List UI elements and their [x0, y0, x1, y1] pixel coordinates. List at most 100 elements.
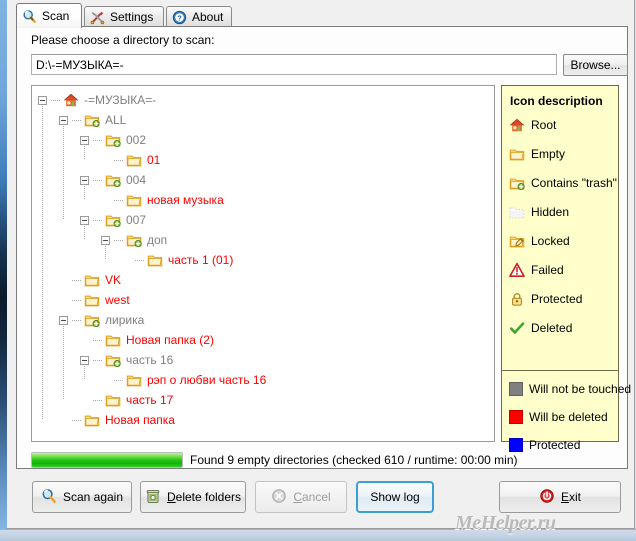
cancel-label: Cancel: [293, 490, 330, 504]
directory-tree[interactable]: -=МУЗЫКА=- ALL 002 01 004 новая музыка 007 доп ч…: [31, 85, 495, 442]
padlock-icon: [509, 291, 525, 307]
tree-node[interactable]: Новая папка: [32, 410, 494, 430]
legend-icon-row: Failed: [509, 261, 564, 279]
collapse-toggle-icon[interactable]: [80, 355, 89, 365]
tree-node[interactable]: часть 16: [32, 350, 494, 370]
collapse-toggle-icon[interactable]: [80, 135, 89, 145]
legend-icon-label: Deleted: [531, 321, 573, 335]
tab-strip: Scan Settings ? About: [16, 3, 630, 28]
folder-trash-icon: [84, 112, 100, 128]
tree-node[interactable]: west: [32, 290, 494, 310]
delete-folders-button[interactable]: Delete folders: [140, 481, 246, 513]
scan-progress-bar: [31, 452, 183, 468]
folder-hidden-icon: [509, 204, 525, 220]
tree-node-label: рэп о любви часть 16: [147, 373, 267, 387]
tree-node-label: часть 16: [126, 353, 174, 367]
tools-icon: [90, 10, 105, 25]
application-window: Scan Settings ? About Please choose a di…: [7, 0, 635, 534]
browse-button[interactable]: Browse...: [563, 54, 628, 76]
exit-button[interactable]: Exit: [499, 481, 621, 513]
collapse-toggle-icon[interactable]: [59, 115, 68, 125]
folder-trash-icon: [105, 172, 121, 188]
folder-empty-icon: [84, 412, 100, 428]
folder-trash-icon: [84, 312, 100, 328]
tree-node[interactable]: рэп о любви часть 16: [32, 370, 494, 390]
tree-connector-line: [72, 419, 82, 421]
tree-node-label: -=МУЗЫКА=-: [84, 93, 157, 107]
tree-node-label: 002: [126, 133, 147, 147]
tree-connector-line: [93, 359, 103, 361]
folder-empty-icon: [126, 372, 142, 388]
tree-node[interactable]: VK: [32, 270, 494, 290]
cancel-rest: ancel: [301, 490, 331, 504]
folder-empty-icon: [105, 332, 121, 348]
folder-trash-icon: [126, 232, 142, 248]
legend-icon-label: Contains "trash": [531, 176, 617, 190]
legend-swatch-label: Will be deleted: [529, 410, 608, 424]
tree-node[interactable]: 002: [32, 130, 494, 150]
tree-node[interactable]: лирика: [32, 310, 494, 330]
tree-node[interactable]: часть 1 (01): [32, 250, 494, 270]
legend-icon-label: Root: [531, 118, 557, 132]
legend-color-swatch: [509, 382, 523, 396]
tree-connector-line: [93, 139, 103, 141]
folder-trash-icon: [509, 175, 525, 191]
folder-empty-icon: [509, 146, 525, 162]
collapse-toggle-icon[interactable]: [59, 315, 68, 325]
icon-description-panel: Icon description Root Empty Contains "tras…: [501, 85, 631, 452]
legend-icon-label: Locked: [531, 234, 570, 248]
tree-node[interactable]: 004: [32, 170, 494, 190]
tree-node[interactable]: новая музыка: [32, 190, 494, 210]
exit-rest: xit: [569, 490, 581, 504]
tab-scan[interactable]: Scan: [16, 3, 82, 28]
delete-folders-label: Delete folders: [167, 490, 241, 504]
magnifier-icon: [41, 488, 57, 507]
legend-icon-row: Hidden: [509, 203, 569, 221]
tab-scan-label: Scan: [42, 9, 70, 23]
delete-folders-rest: elete folders: [175, 490, 242, 504]
tab-about[interactable]: ? About: [166, 6, 232, 27]
folder-trash-icon: [105, 132, 121, 148]
tree-node[interactable]: 01: [32, 150, 494, 170]
scan-status-text: Found 9 empty directories (checked 610 /…: [190, 453, 518, 467]
warning-triangle-icon: [509, 262, 525, 278]
tree-node-label: Новая папка (2): [126, 333, 214, 347]
scan-again-button[interactable]: Scan again: [32, 481, 132, 513]
show-log-button[interactable]: Show log: [356, 481, 434, 513]
tree-node[interactable]: -=МУЗЫКА=-: [32, 90, 494, 110]
legend-icon-row: Empty: [509, 145, 565, 163]
tree-node[interactable]: Новая папка (2): [32, 330, 494, 350]
exit-accel: E: [560, 490, 569, 504]
directory-path-input[interactable]: [31, 54, 557, 75]
folder-trash-icon: [105, 212, 121, 228]
tree-node[interactable]: доп: [32, 230, 494, 250]
tree-connector-line: [114, 159, 124, 161]
legend-swatch-label: Will not be touched: [529, 382, 632, 396]
cancel-button[interactable]: Cancel: [255, 481, 347, 513]
tree-node-label: часть 17: [126, 393, 174, 407]
tab-settings[interactable]: Settings: [84, 6, 164, 27]
tree-node[interactable]: часть 17: [32, 390, 494, 410]
folder-empty-icon: [84, 292, 100, 308]
tree-node-label: Новая папка: [105, 413, 175, 427]
exit-label: Exit: [561, 490, 581, 504]
collapse-toggle-icon[interactable]: [38, 95, 47, 105]
tree-node[interactable]: ALL: [32, 110, 494, 130]
cancel-accel: C: [293, 490, 302, 504]
power-icon: [539, 488, 555, 507]
scan-again-label: Scan again: [62, 490, 124, 504]
scan-progress-fill: [32, 453, 182, 467]
collapse-toggle-icon[interactable]: [80, 215, 89, 225]
cancel-icon: [271, 488, 287, 507]
delete-folders-accel: D: [166, 490, 176, 504]
collapse-toggle-icon[interactable]: [101, 235, 110, 245]
tree-connector-line: [93, 399, 103, 401]
legend-divider: [502, 370, 618, 371]
home-icon: [509, 117, 525, 133]
tree-node[interactable]: 007: [32, 210, 494, 230]
folder-empty-icon: [147, 252, 163, 268]
legend-icon-label: Empty: [531, 147, 566, 161]
collapse-toggle-icon[interactable]: [80, 175, 89, 185]
tree-connector-line: [93, 339, 103, 341]
legend-icon-row: Deleted: [509, 319, 572, 337]
